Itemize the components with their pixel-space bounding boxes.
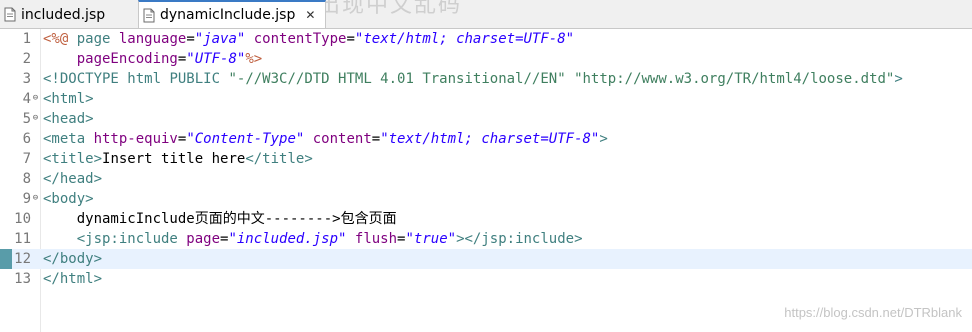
code-text: <!DOCTYPE html PUBLIC "-//W3C//DTD HTML … bbox=[43, 69, 903, 89]
code-token: <head> bbox=[43, 111, 94, 127]
code-token: <title> bbox=[43, 151, 103, 167]
line-number: 4 bbox=[22, 91, 31, 107]
code-token: <jsp:include bbox=[43, 231, 187, 247]
code-token: <html> bbox=[43, 91, 94, 107]
code-line[interactable]: 3 <!DOCTYPE html PUBLIC "-//W3C//DTD HTML… bbox=[0, 69, 972, 89]
code-token: language bbox=[118, 31, 187, 47]
code-token: = bbox=[346, 31, 355, 47]
line-number: 6 bbox=[22, 131, 31, 147]
line-number: 9 bbox=[22, 191, 31, 207]
line-number: 5 bbox=[22, 111, 31, 127]
code-line[interactable]: 5 ⊖ <head> bbox=[0, 109, 972, 129]
code-line[interactable]: 2 pageEncoding="UTF-8"%> bbox=[0, 49, 972, 69]
code-token: "-//W3C//DTD HTML 4.01 Transitional//EN" bbox=[228, 71, 566, 87]
tab-label: included.jsp bbox=[21, 6, 106, 23]
code-token: </html> bbox=[43, 271, 103, 287]
code-editor[interactable]: 1 <%@ page language="java" contentType="t… bbox=[0, 29, 972, 332]
code-line[interactable]: 8 </head> bbox=[0, 169, 972, 189]
line-number: 1 bbox=[22, 31, 31, 47]
code-text: dynamicInclude页面的中文-------->包含页面 bbox=[43, 209, 397, 229]
code-token: "java" bbox=[194, 31, 246, 47]
code-text: <meta http-equiv="Content-Type" content=… bbox=[43, 129, 608, 149]
code-text: </html> bbox=[43, 269, 102, 289]
code-line[interactable]: 11 <jsp:include page="included.jsp" flus… bbox=[0, 229, 972, 249]
line-number: 11 bbox=[14, 231, 31, 247]
code-line[interactable]: 4 ⊖ <html> bbox=[0, 89, 972, 109]
code-line[interactable]: 12 </body> bbox=[0, 249, 972, 269]
code-token: </body> bbox=[43, 251, 103, 267]
code-text: <title>Insert title here</title> bbox=[43, 149, 313, 169]
code-line[interactable]: 6 <meta http-equiv = "Content-Type" content… bbox=[0, 129, 972, 149]
code-token: content bbox=[304, 131, 372, 147]
code-token: "http://www.w3.org/TR/html4/loose.dtd" bbox=[574, 71, 895, 87]
line-number: 8 bbox=[22, 171, 31, 187]
code-token: <body> bbox=[43, 191, 94, 207]
code-line[interactable]: 9 ⊖ <body> bbox=[0, 189, 972, 209]
code-token: = bbox=[186, 31, 195, 47]
code-text: pageEncoding="UTF-8"%> bbox=[43, 49, 262, 69]
code-token: </title> bbox=[245, 151, 313, 167]
code-line[interactable]: 1 <%@ page language="java" contentType="t… bbox=[0, 29, 972, 49]
line-number: 7 bbox=[22, 151, 31, 167]
code-token: "included.jsp" bbox=[228, 231, 347, 247]
code-token: <meta bbox=[43, 131, 94, 147]
code-token: Insert title here bbox=[102, 151, 246, 167]
code-token: = bbox=[371, 131, 381, 147]
fold-toggle-icon[interactable]: ⊖ bbox=[31, 94, 40, 103]
code-token: PUBLIC bbox=[169, 71, 229, 87]
code-text: </head> bbox=[43, 169, 102, 189]
line-number: 3 bbox=[22, 71, 31, 87]
jsp-file-icon bbox=[4, 7, 16, 22]
code-text: </body> bbox=[43, 249, 102, 269]
code-token: > bbox=[599, 131, 608, 147]
close-icon[interactable]: ✕ bbox=[303, 8, 317, 22]
code-text: <jsp:include page="included.jsp" flush="… bbox=[43, 229, 583, 249]
code-token: page bbox=[186, 231, 221, 247]
code-token: html bbox=[127, 71, 170, 87]
code-token: page bbox=[76, 31, 119, 47]
jsp-file-icon bbox=[143, 8, 155, 22]
code-token: <!DOCTYPE bbox=[43, 71, 128, 87]
editor-tab-bar: 为什么包含页面出现中文乱码 included.jsp dynamicInclud… bbox=[0, 0, 972, 29]
code-line[interactable]: 10 dynamicInclude页面的中文-------->包含页面 bbox=[0, 209, 972, 229]
line-number: 2 bbox=[22, 51, 31, 67]
tab-label: dynamicInclude.jsp bbox=[160, 7, 296, 23]
fold-toggle-icon[interactable]: ⊖ bbox=[31, 194, 40, 203]
code-token: <%@ bbox=[43, 31, 77, 47]
line-number: 12 bbox=[14, 251, 31, 267]
tab-dynamicinclude-jsp[interactable]: dynamicInclude.jsp ✕ bbox=[138, 0, 326, 28]
code-token: http-equiv bbox=[93, 131, 178, 147]
code-text: <html> bbox=[43, 89, 94, 109]
code-token: "Content-Type" bbox=[186, 131, 305, 147]
line-number: 13 bbox=[14, 271, 31, 287]
tab-included-jsp[interactable]: included.jsp bbox=[0, 1, 132, 28]
code-line[interactable]: 13 </html> bbox=[0, 269, 972, 289]
code-token: "text/html; charset=UTF-8" bbox=[354, 31, 575, 47]
code-token: contentType bbox=[245, 31, 347, 47]
code-line[interactable]: 7 <title>Insert title here</title> bbox=[0, 149, 972, 169]
code-token: ></jsp:include> bbox=[456, 231, 583, 247]
code-token: "UTF-8" bbox=[186, 51, 246, 67]
code-token: </head> bbox=[43, 171, 103, 187]
code-token: > bbox=[894, 71, 903, 87]
code-token: pageEncoding bbox=[43, 51, 178, 67]
line-number: 10 bbox=[14, 211, 31, 227]
code-token: dynamicInclude页面的中文-------->包含页面 bbox=[43, 211, 397, 227]
watermark: https://blog.csdn.net/DTRblank bbox=[784, 305, 962, 320]
code-text: <head> bbox=[43, 109, 94, 129]
code-text: <body> bbox=[43, 189, 94, 209]
fold-toggle-icon[interactable]: ⊖ bbox=[31, 114, 40, 123]
code-token: %> bbox=[245, 51, 263, 67]
code-token: flush bbox=[346, 231, 398, 247]
code-token: "true" bbox=[405, 231, 457, 247]
code-token: "text/html; charset=UTF-8" bbox=[380, 131, 600, 147]
code-text: <%@ page language="java" contentType="te… bbox=[43, 29, 574, 49]
